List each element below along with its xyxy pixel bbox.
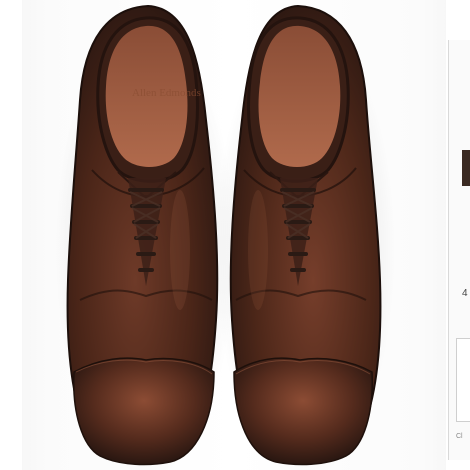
shoes-image: Allen Edmonds bbox=[55, 4, 395, 470]
panel-glyph: 4 bbox=[462, 288, 468, 299]
insole-brand-text-left: Allen Edmonds bbox=[132, 87, 201, 99]
left-shoe: Allen Edmonds bbox=[66, 4, 219, 466]
panel-box bbox=[456, 338, 470, 422]
thumbnail-edge bbox=[462, 150, 470, 186]
product-photo: Allen Edmonds 4 Cl bbox=[0, 0, 470, 470]
panel-tiny-text: Cl bbox=[456, 433, 463, 440]
adjacent-panel-edge: 4 Cl bbox=[446, 0, 470, 470]
right-shoe bbox=[229, 4, 382, 466]
